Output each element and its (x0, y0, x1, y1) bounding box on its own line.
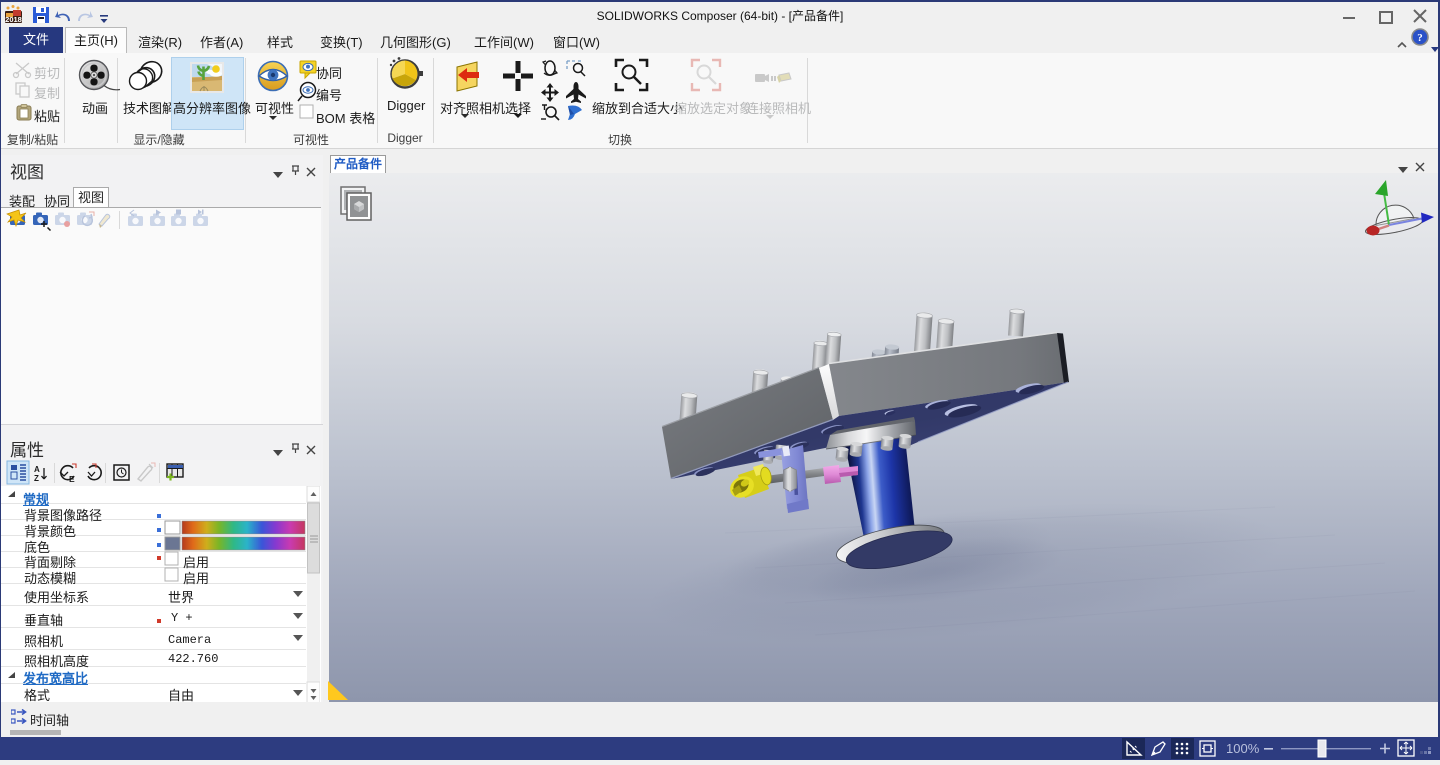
svg-text:A: A (34, 465, 40, 474)
svg-text:E: E (69, 474, 75, 484)
svg-text:100%: 100% (1226, 741, 1260, 756)
svg-text:Z: Z (34, 474, 39, 483)
svg-text:?: ? (1417, 32, 1423, 44)
